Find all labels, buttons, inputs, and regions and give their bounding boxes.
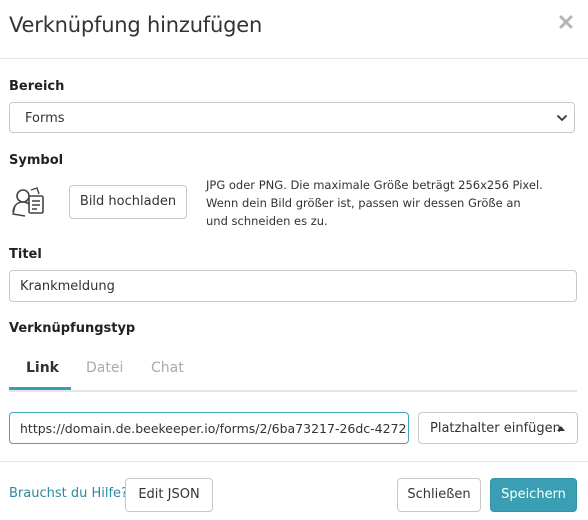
tab-link[interactable]: Link <box>26 360 59 376</box>
title-input[interactable]: Krankmeldung <box>9 270 577 302</box>
edit-json-button[interactable]: Edit JSON <box>125 478 213 512</box>
insert-placeholder-label: Platzhalter einfügen <box>430 421 561 436</box>
upload-hint: JPG oder PNG. Die maximale Größe beträgt… <box>206 178 543 228</box>
add-shortcut-dialog: Verknüpfung hinzufügen Bereich Forms Sym… <box>0 0 588 519</box>
symbol-label: Symbol <box>9 153 64 168</box>
close-icon[interactable] <box>556 12 576 32</box>
chevron-down-icon <box>556 112 568 124</box>
dialog-title: Verknüpfung hinzufügen <box>9 13 263 37</box>
bereich-selected-value: Forms <box>25 111 65 126</box>
url-input-value: https://domain.de.beekeeper.io/forms/2/6… <box>20 421 407 436</box>
upload-image-button[interactable]: Bild hochladen <box>69 185 187 219</box>
save-button[interactable]: Speichern <box>490 478 577 512</box>
active-tab-indicator <box>9 387 71 390</box>
link-type-tabs: Link Datei Chat <box>9 352 577 392</box>
tab-datei[interactable]: Datei <box>86 360 123 376</box>
url-input[interactable]: https://domain.de.beekeeper.io/forms/2/6… <box>9 412 409 444</box>
insert-placeholder-button[interactable]: Platzhalter einfügen <box>418 412 578 444</box>
title-input-value: Krankmeldung <box>20 279 115 294</box>
titel-label: Titel <box>9 247 42 262</box>
dialog-header: Verknüpfung hinzufügen <box>0 0 588 59</box>
caret-up-icon <box>557 426 565 431</box>
bereich-label: Bereich <box>9 79 65 94</box>
close-button[interactable]: Schließen <box>397 478 481 512</box>
help-link[interactable]: Brauchst du Hilfe? <box>9 486 128 501</box>
link-type-label: Verknüpfungstyp <box>9 321 136 336</box>
dialog-footer: Brauchst du Hilfe? Edit JSON Schließen S… <box>0 461 588 520</box>
bereich-select[interactable]: Forms <box>9 102 575 133</box>
tab-chat[interactable]: Chat <box>151 360 184 376</box>
forms-person-icon <box>9 182 49 222</box>
